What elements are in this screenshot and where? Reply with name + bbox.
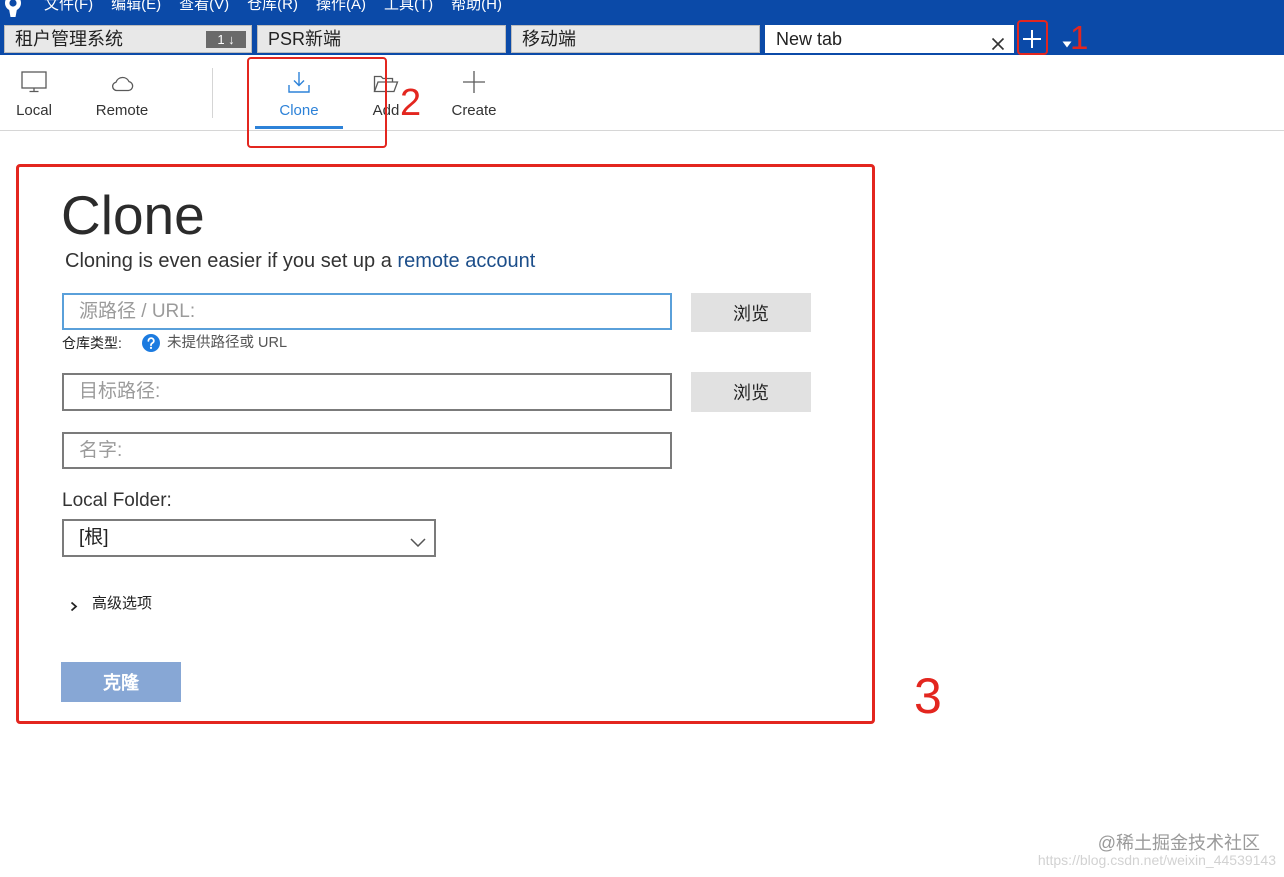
plus-icon <box>463 71 485 98</box>
annotation-number-1: 1 <box>1070 19 1089 56</box>
tab-label: PSR新端 <box>268 29 342 49</box>
cloud-icon <box>109 74 135 97</box>
tab-label: New tab <box>776 29 843 49</box>
tab-tenant-system[interactable]: 租户管理系统 1 ↓ <box>4 25 252 53</box>
tab-new-tab[interactable]: New tab <box>765 25 1014 53</box>
toolbar-local-button[interactable]: Local <box>6 55 62 130</box>
toolbar-create-button[interactable]: Create <box>444 55 504 130</box>
menu-help[interactable]: 帮助(H) <box>451 0 502 13</box>
tab-label: 租户管理系统 <box>15 29 123 49</box>
title-bar: 文件(F) 编辑(E) 查看(V) 仓库(R) 操作(A) 工具(T) 帮助(H… <box>0 0 1284 55</box>
watermark-juejin: @稀土掘金技术社区 <box>1097 833 1260 853</box>
menu-edit[interactable]: 编辑(E) <box>111 0 161 13</box>
toolbar-label: Create <box>451 102 497 119</box>
annotation-number-3: 3 <box>914 668 942 724</box>
toolbar-label: Local <box>16 102 52 119</box>
watermark-csdn: https://blog.csdn.net/weixin_44539143 <box>1037 852 1276 868</box>
tab-pull-badge: 1 ↓ <box>206 31 246 48</box>
menu-repository[interactable]: 仓库(R) <box>247 0 298 13</box>
menu-tools[interactable]: 工具(T) <box>384 0 433 13</box>
close-icon[interactable] <box>991 32 1005 51</box>
toolbar-label: Remote <box>95 102 149 119</box>
toolbar-remote-button[interactable]: Remote <box>92 55 152 130</box>
sourcetree-logo-icon <box>2 0 24 17</box>
annotation-box-3 <box>16 164 875 724</box>
toolbar: Local Remote Clone Add Create <box>0 55 1284 131</box>
menu-bar: 文件(F) 编辑(E) 查看(V) 仓库(R) 操作(A) 工具(T) 帮助(H… <box>44 0 502 13</box>
toolbar-separator <box>212 68 213 118</box>
tab-label: 移动端 <box>522 29 576 49</box>
annotation-number-2: 2 <box>400 82 422 124</box>
monitor-icon <box>21 71 47 98</box>
annotation-box-2 <box>247 57 387 148</box>
tab-mobile[interactable]: 移动端 <box>511 25 760 53</box>
menu-view[interactable]: 查看(V) <box>179 0 229 13</box>
menu-file[interactable]: 文件(F) <box>44 0 93 13</box>
tab-psr[interactable]: PSR新端 <box>257 25 506 53</box>
menu-actions[interactable]: 操作(A) <box>316 0 366 13</box>
annotation-box-1 <box>1017 20 1048 55</box>
